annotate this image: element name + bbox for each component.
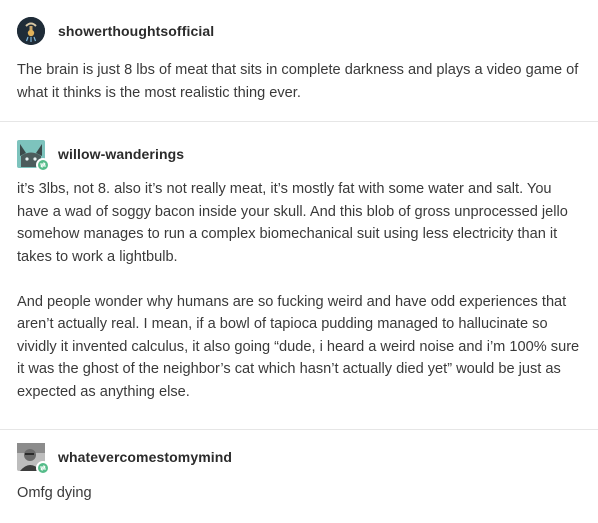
post-content: Omfg dying <box>0 482 598 505</box>
post-paragraph: Omfg dying <box>17 485 92 501</box>
reblog-thread: showerthoughtsofficial The brain is just… <box>0 0 598 523</box>
post-showerthoughtsofficial: showerthoughtsofficial The brain is just… <box>0 17 598 104</box>
post-content: The brain is just 8 lbs of meat that sit… <box>0 59 598 104</box>
post-divider <box>0 429 598 430</box>
post-divider <box>0 121 598 122</box>
post-willow-wanderings: willow-wanderings it’s 3lbs, not 8. also… <box>0 140 598 403</box>
post-paragraph: And people wonder why humans are so fuck… <box>17 293 580 400</box>
post-paragraph: it’s 3lbs, not 8. also it’s not really m… <box>17 181 568 265</box>
showerhead-avatar-icon[interactable] <box>17 17 45 45</box>
post-content: it’s 3lbs, not 8. also it’s not really m… <box>0 178 598 403</box>
post-paragraph: The brain is just 8 lbs of meat that sit… <box>17 62 579 101</box>
post-header: willow-wanderings <box>0 140 598 172</box>
username-link[interactable]: willow-wanderings <box>58 146 184 162</box>
post-header: showerthoughtsofficial <box>0 17 598 45</box>
person-avatar-icon[interactable] <box>17 443 50 475</box>
follow-badge-icon[interactable] <box>36 158 50 172</box>
post-whatevercomestomymind: whatevercomestomymind Omfg dying <box>0 443 598 505</box>
username-link[interactable]: whatevercomestomymind <box>58 449 232 465</box>
follow-badge-icon[interactable] <box>36 461 50 475</box>
post-header: whatevercomestomymind <box>0 443 598 475</box>
cat-avatar-icon[interactable] <box>17 140 50 172</box>
username-link[interactable]: showerthoughtsofficial <box>58 23 214 39</box>
